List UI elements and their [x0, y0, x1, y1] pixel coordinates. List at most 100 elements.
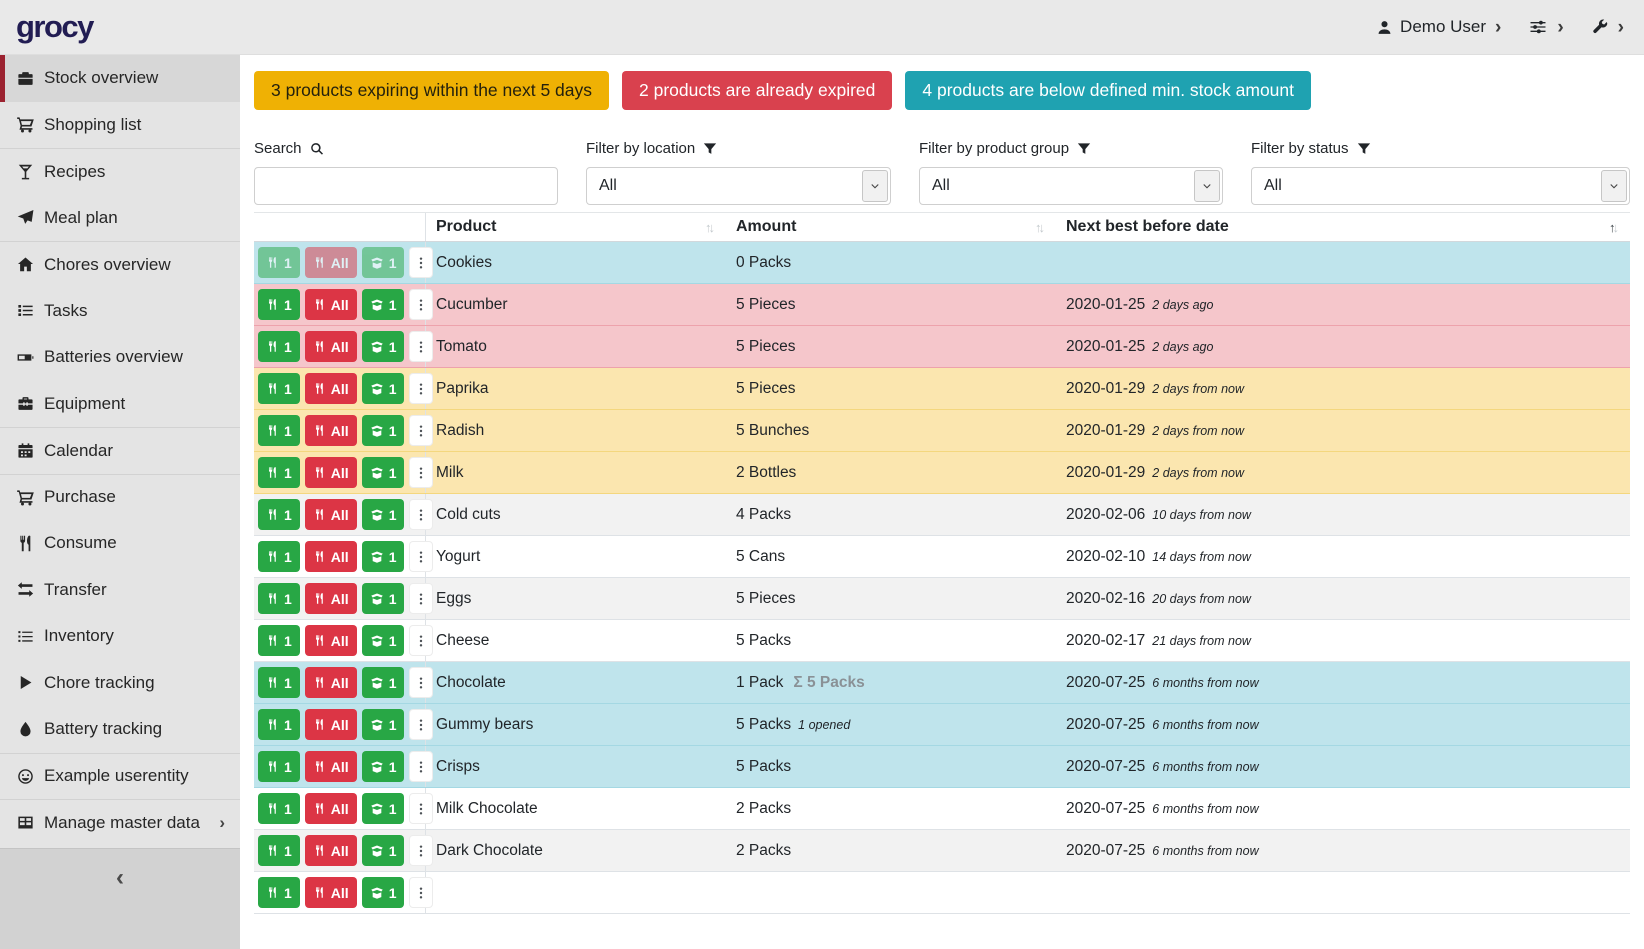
sidebar-collapse-button[interactable]: ‹ — [0, 848, 240, 949]
sidebar-item-chore-tracking[interactable]: Chore tracking — [0, 660, 240, 707]
settings-menu[interactable]: › — [1528, 17, 1563, 37]
consume-all-button[interactable]: All — [305, 415, 357, 446]
consume-all-button[interactable]: All — [305, 541, 357, 572]
admin-menu[interactable]: › — [1591, 18, 1624, 37]
open-one-button[interactable]: 1 — [362, 247, 405, 278]
sidebar-item-tasks[interactable]: Tasks — [0, 288, 240, 335]
consume-one-button[interactable]: 1 — [258, 289, 300, 320]
location-filter-select[interactable]: All — [586, 167, 891, 205]
consume-all-button[interactable]: All — [305, 667, 357, 698]
open-one-button[interactable]: 1 — [362, 415, 405, 446]
sidebar-item-transfer[interactable]: Transfer — [0, 567, 240, 614]
button-label: 1 — [284, 591, 292, 607]
open-one-button[interactable]: 1 — [362, 583, 405, 614]
consume-one-button[interactable]: 1 — [258, 793, 300, 824]
amount-value: 5 Packs — [736, 758, 791, 776]
consume-all-button[interactable]: All — [305, 247, 357, 278]
utensils-icon — [313, 676, 326, 689]
consume-one-button[interactable]: 1 — [258, 835, 300, 866]
consume-all-button[interactable]: All — [305, 457, 357, 488]
open-one-button[interactable]: 1 — [362, 709, 405, 740]
consume-one-button[interactable]: 1 — [258, 751, 300, 782]
consume-one-button[interactable]: 1 — [258, 331, 300, 362]
open-one-button[interactable]: 1 — [362, 289, 405, 320]
status-filter-select[interactable]: All — [1251, 167, 1630, 205]
column-label: Next best before date — [1066, 218, 1229, 236]
open-one-button[interactable]: 1 — [362, 373, 405, 404]
select-dropdown-button[interactable] — [862, 170, 888, 202]
search-input[interactable] — [254, 167, 558, 205]
consume-one-button[interactable]: 1 — [258, 709, 300, 740]
button-label: 1 — [284, 549, 292, 565]
column-header-product[interactable]: Product↑↓ — [426, 218, 726, 236]
sidebar-item-purchase[interactable]: Purchase — [0, 474, 240, 521]
select-dropdown-button[interactable] — [1601, 170, 1627, 202]
status-alerts: 3 products expiring within the next 5 da… — [254, 71, 1630, 110]
open-one-button[interactable]: 1 — [362, 541, 405, 572]
sidebar-item-inventory[interactable]: Inventory — [0, 613, 240, 660]
product-group-filter-select[interactable]: All — [919, 167, 1223, 205]
consume-all-button[interactable]: All — [305, 793, 357, 824]
consume-one-button[interactable]: 1 — [258, 541, 300, 572]
consume-all-button[interactable]: All — [305, 709, 357, 740]
open-box-icon — [370, 382, 384, 396]
product-name: Cookies — [426, 242, 726, 283]
sidebar-item-shopping-list[interactable]: Shopping list — [0, 102, 240, 149]
sidebar-item-label: Chore tracking — [44, 673, 155, 693]
sidebar-item-example-userentity[interactable]: Example userentity — [0, 753, 240, 800]
consume-one-button[interactable]: 1 — [258, 373, 300, 404]
consume-all-button[interactable]: All — [305, 625, 357, 656]
consume-one-button[interactable]: 1 — [258, 877, 300, 908]
consume-one-button[interactable]: 1 — [258, 667, 300, 698]
open-box-icon — [370, 844, 384, 858]
consume-all-button[interactable]: All — [305, 331, 357, 362]
open-one-button[interactable]: 1 — [362, 667, 405, 698]
consume-all-button[interactable]: All — [305, 877, 357, 908]
select-dropdown-button[interactable] — [1194, 170, 1220, 202]
consume-all-button[interactable]: All — [305, 499, 357, 530]
button-label: All — [331, 633, 349, 649]
date-relative: 6 months from now — [1152, 676, 1258, 690]
consume-all-button[interactable]: All — [305, 583, 357, 614]
sidebar-item-equipment[interactable]: Equipment — [0, 381, 240, 428]
sidebar-item-stock-overview[interactable]: Stock overview — [0, 55, 240, 102]
open-one-button[interactable]: 1 — [362, 457, 405, 488]
danger-alert[interactable]: 2 products are already expired — [622, 71, 892, 110]
consume-all-button[interactable]: All — [305, 373, 357, 404]
info-alert[interactable]: 4 products are below defined min. stock … — [905, 71, 1311, 110]
table-row-tomato: 1All1Tomato5 Pieces2020-01-252 days ago — [254, 326, 1630, 368]
sidebar-item-manage-master-data[interactable]: Manage master data› — [0, 799, 240, 846]
sidebar-item-meal-plan[interactable]: Meal plan — [0, 195, 240, 242]
consume-one-button[interactable]: 1 — [258, 457, 300, 488]
consume-one-button[interactable]: 1 — [258, 247, 300, 278]
open-one-button[interactable]: 1 — [362, 499, 405, 530]
open-one-button[interactable]: 1 — [362, 331, 405, 362]
sidebar-item-batteries-overview[interactable]: Batteries overview — [0, 334, 240, 381]
row-actions: 1All1 — [254, 788, 426, 829]
warning-alert[interactable]: 3 products expiring within the next 5 da… — [254, 71, 609, 110]
open-one-button[interactable]: 1 — [362, 835, 405, 866]
consume-one-button[interactable]: 1 — [258, 583, 300, 614]
column-header-amount[interactable]: Amount↑↓ — [726, 218, 1056, 236]
table-row-crisps: 1All1Crisps5 Packs2020-07-256 months fro… — [254, 746, 1630, 788]
sidebar-item-chores-overview[interactable]: Chores overview — [0, 241, 240, 288]
consume-one-button[interactable]: 1 — [258, 415, 300, 446]
sidebar-item-consume[interactable]: Consume — [0, 520, 240, 567]
consume-one-button[interactable]: 1 — [258, 625, 300, 656]
consume-all-button[interactable]: All — [305, 751, 357, 782]
open-one-button[interactable]: 1 — [362, 793, 405, 824]
open-one-button[interactable]: 1 — [362, 625, 405, 656]
sidebar-item-battery-tracking[interactable]: Battery tracking — [0, 706, 240, 753]
sidebar-item-calendar[interactable]: Calendar — [0, 427, 240, 474]
best-before-date — [1056, 242, 1630, 283]
consume-all-button[interactable]: All — [305, 835, 357, 866]
open-one-button[interactable]: 1 — [362, 877, 405, 908]
open-one-button[interactable]: 1 — [362, 751, 405, 782]
sidebar-item-recipes[interactable]: Recipes — [0, 148, 240, 195]
app-logo[interactable]: grocy — [16, 9, 93, 45]
consume-all-button[interactable]: All — [305, 289, 357, 320]
consume-one-button[interactable]: 1 — [258, 499, 300, 530]
product-amount: 5 Pieces — [726, 578, 1056, 619]
column-header-next-best-before-date[interactable]: Next best before date↑↓ — [1056, 218, 1630, 236]
user-menu[interactable]: Demo User › — [1376, 17, 1501, 37]
